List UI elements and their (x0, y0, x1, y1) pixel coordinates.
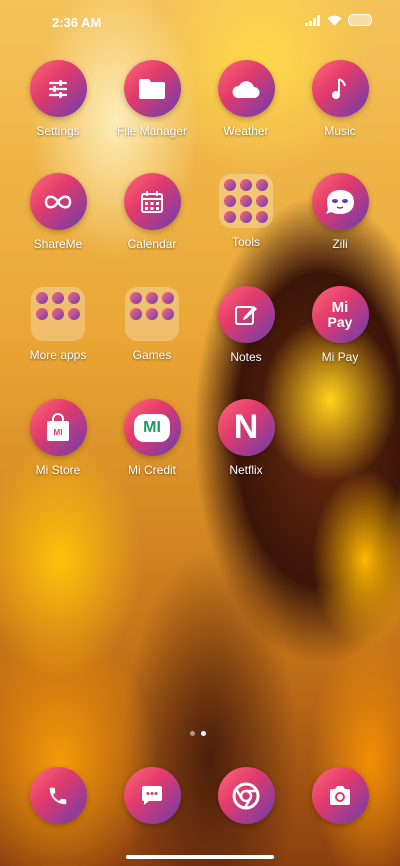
status-bar: 2:36 AM (0, 0, 400, 44)
app-label: File Manager (116, 124, 188, 138)
app-mi-pay[interactable]: Mi Pay Mi Pay (292, 286, 388, 364)
app-mi-store[interactable]: MI Mi Store (10, 399, 106, 477)
app-notes[interactable]: Notes (198, 286, 294, 364)
music-note-icon (311, 60, 369, 117)
folder-grid-icon (125, 287, 179, 341)
app-mi-credit[interactable]: MI Mi Credit (104, 399, 200, 477)
folder-grid-icon (31, 287, 85, 341)
mi-credit-icon-text: MI (143, 418, 161, 436)
zili-face-icon (311, 173, 369, 230)
cloud-icon (217, 60, 275, 117)
netflix-icon-text: N (233, 408, 259, 446)
app-file-manager[interactable]: File Manager (104, 60, 200, 138)
app-label: ShareMe (33, 237, 83, 251)
home-gesture-bar[interactable] (126, 855, 274, 859)
sliders-icon (29, 60, 87, 117)
note-edit-icon (217, 286, 275, 343)
app-shareme[interactable]: ShareMe (10, 173, 106, 251)
folder-games[interactable]: Games (104, 286, 200, 362)
status-time: 2:36 AM (52, 15, 102, 30)
folder-icon (123, 60, 181, 117)
netflix-icon: N (217, 399, 275, 456)
mi-pay-icon-text: Mi (331, 299, 349, 316)
app-label: Settings (36, 124, 80, 138)
app-label: Tools (231, 235, 260, 249)
camera-icon (311, 767, 369, 824)
app-label: Weather (223, 124, 269, 138)
folder-tools[interactable]: Tools (198, 173, 294, 249)
infinity-icon (29, 173, 87, 230)
app-label: Mi Pay (321, 350, 359, 364)
messages-icon (123, 767, 181, 824)
shopping-bag-icon: MI (29, 399, 87, 456)
calendar-icon (123, 173, 181, 230)
page-dot[interactable] (190, 731, 195, 736)
dock-camera[interactable] (292, 767, 388, 824)
app-label: More apps (29, 348, 87, 362)
app-label: Music (324, 124, 356, 138)
dock-messages[interactable] (104, 767, 200, 824)
app-netflix[interactable]: N Netflix (198, 399, 294, 477)
mi-credit-icon: MI (123, 399, 181, 456)
app-zili[interactable]: Zili (292, 173, 388, 251)
app-calendar[interactable]: Calendar (104, 173, 200, 251)
phone-icon (29, 767, 87, 824)
app-label: Netflix (229, 463, 263, 477)
app-music[interactable]: Music (292, 60, 388, 138)
svg-text:MI: MI (54, 428, 63, 437)
app-weather[interactable]: Weather (198, 60, 294, 138)
app-label: Games (132, 348, 172, 362)
chrome-icon (217, 767, 275, 824)
dock-chrome[interactable] (198, 767, 294, 824)
app-label: Mi Credit (127, 463, 176, 477)
app-settings[interactable]: Settings (10, 60, 106, 138)
folder-more-apps[interactable]: More apps (10, 286, 106, 362)
page-dot-active[interactable] (201, 731, 206, 736)
battery-icon (348, 14, 372, 26)
mi-pay-icon: Mi Pay (311, 286, 369, 343)
app-label: Calendar (127, 237, 177, 251)
mi-pay-icon-text: Pay (327, 314, 353, 330)
wifi-icon (327, 15, 342, 25)
folder-grid-icon (219, 174, 273, 228)
app-label: Zili (332, 237, 348, 251)
mi-credit-badge: MI (134, 413, 170, 442)
app-label: Notes (230, 350, 262, 364)
page-indicator (190, 731, 206, 736)
signal-icon (305, 14, 321, 26)
dock-phone[interactable] (10, 767, 106, 824)
status-icons (305, 14, 372, 26)
app-label: Mi Store (35, 463, 81, 477)
